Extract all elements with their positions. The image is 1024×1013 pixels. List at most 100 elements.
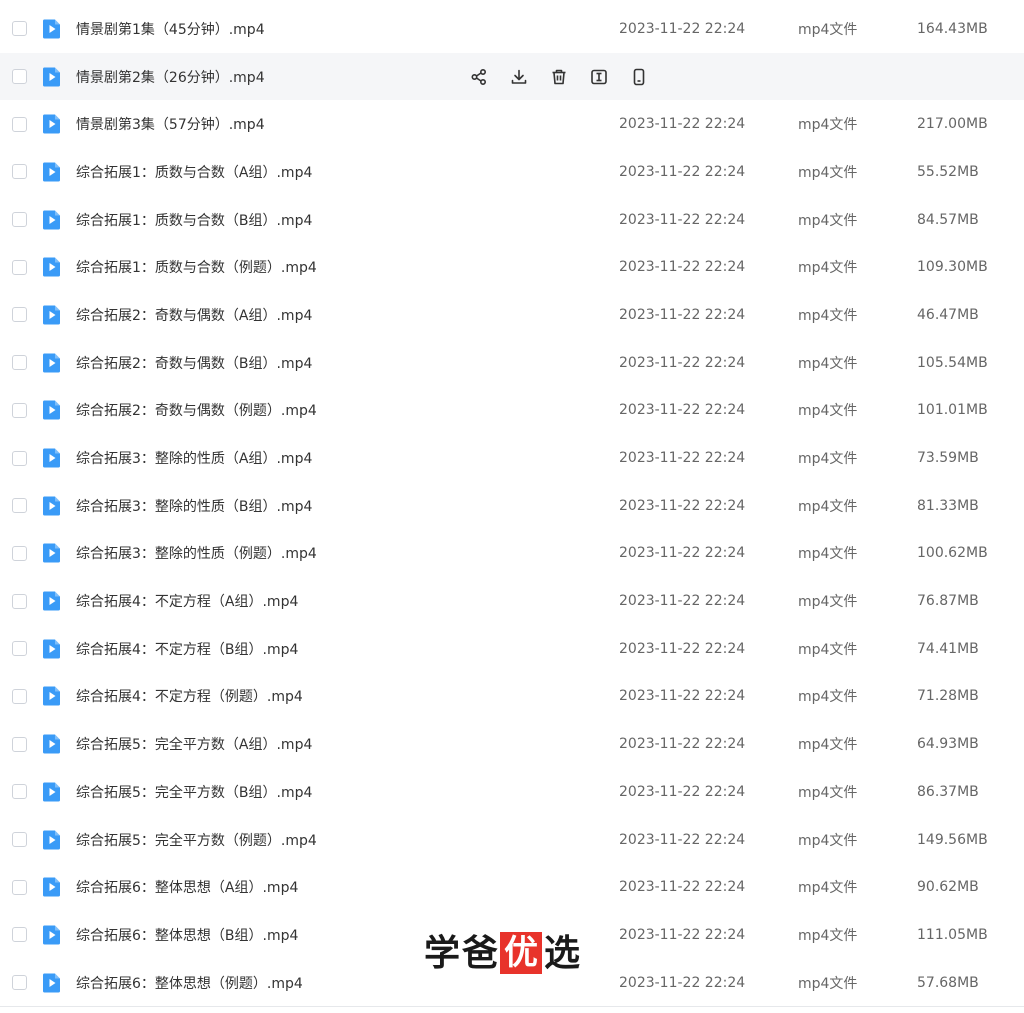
row-checkbox[interactable] xyxy=(12,832,27,848)
file-name[interactable]: 综合拓展4：不定方程（A组）.mp4 xyxy=(76,591,298,611)
video-file-icon xyxy=(41,18,63,40)
file-name[interactable]: 综合拓展2：奇数与偶数（A组）.mp4 xyxy=(76,305,312,325)
row-checkbox[interactable] xyxy=(12,307,27,323)
row-checkbox[interactable] xyxy=(12,784,27,800)
row-checkbox[interactable] xyxy=(12,116,27,132)
file-name[interactable]: 综合拓展2：奇数与偶数（B组）.mp4 xyxy=(76,353,312,373)
row-checkbox[interactable] xyxy=(12,164,27,180)
table-row[interactable]: 综合拓展5：完全平方数（B组）.mp4 2023-11-22 22:24 mp4文件… xyxy=(0,768,1024,816)
file-date: 2023-11-22 22:24 xyxy=(619,688,746,705)
table-row[interactable]: 综合拓展2：奇数与偶数（例题）.mp4 2023-11-22 22:24 mp4文件… xyxy=(0,387,1024,435)
share-icon[interactable] xyxy=(470,68,488,86)
row-checkbox[interactable] xyxy=(12,355,27,371)
file-date: 2023-11-22 22:24 xyxy=(619,116,746,133)
table-row[interactable]: 情景剧第3集（57分钟）.mp4 2023-11-22 22:24 mp4文件 217… xyxy=(0,100,1024,148)
row-checkbox[interactable] xyxy=(12,927,27,943)
table-row[interactable]: 综合拓展4：不定方程（A组）.mp4 2023-11-22 22:24 mp4文件 7… xyxy=(0,577,1024,625)
file-date: 2023-11-22 22:24 xyxy=(619,974,746,991)
table-row[interactable]: 综合拓展5：完全平方数（例题）.mp4 2023-11-22 22:24 mp4文件… xyxy=(0,816,1024,864)
file-name[interactable]: 综合拓展1：质数与合数（A组）.mp4 xyxy=(76,162,312,182)
file-size: 46.47MB xyxy=(917,306,979,323)
file-name[interactable]: 情景剧第3集（57分钟）.mp4 xyxy=(76,114,265,134)
table-row[interactable]: 情景剧第1集（45分钟）.mp4 2023-11-22 22:24 mp4文件 164… xyxy=(0,5,1024,53)
file-size: 149.56MB xyxy=(917,831,988,848)
file-name[interactable]: 综合拓展1：质数与合数（例题）.mp4 xyxy=(76,257,317,277)
file-name[interactable]: 综合拓展6：整体思想（例题）.mp4 xyxy=(76,973,303,993)
video-file-icon xyxy=(41,685,63,707)
row-checkbox[interactable] xyxy=(12,688,27,704)
row-checkbox[interactable] xyxy=(12,259,27,275)
video-file-icon xyxy=(41,542,63,564)
file-type: mp4文件 xyxy=(798,784,858,801)
file-name[interactable]: 综合拓展3：整除的性质（B组）.mp4 xyxy=(76,496,312,516)
table-row[interactable]: 综合拓展4：不定方程（B组）.mp4 2023-11-22 22:24 mp4文件 7… xyxy=(0,625,1024,673)
file-size: 101.01MB xyxy=(917,402,988,419)
file-name[interactable]: 综合拓展4：不定方程（B组）.mp4 xyxy=(76,639,298,659)
table-row[interactable]: 综合拓展3：整除的性质（B组）.mp4 2023-11-22 22:24 mp4文件… xyxy=(0,482,1024,530)
file-name[interactable]: 综合拓展5：完全平方数（A组）.mp4 xyxy=(76,734,312,754)
file-name[interactable]: 综合拓展6：整体思想（A组）.mp4 xyxy=(76,877,298,897)
list-divider xyxy=(0,1006,1024,1007)
row-checkbox[interactable] xyxy=(12,498,27,514)
table-row[interactable]: 综合拓展1：质数与合数（例题）.mp4 2023-11-22 22:24 mp4文件… xyxy=(0,243,1024,291)
file-size: 64.93MB xyxy=(917,736,979,753)
file-type: mp4文件 xyxy=(798,164,858,181)
file-date: 2023-11-22 22:24 xyxy=(619,926,746,943)
row-checkbox[interactable] xyxy=(12,212,27,228)
row-checkbox[interactable] xyxy=(12,975,27,991)
table-row[interactable]: 综合拓展3：整除的性质（例题）.mp4 2023-11-22 22:24 mp4文件… xyxy=(0,530,1024,578)
row-checkbox[interactable] xyxy=(12,450,27,466)
table-row[interactable]: 综合拓展2：奇数与偶数（A组）.mp4 2023-11-22 22:24 mp4文件… xyxy=(0,291,1024,339)
video-file-icon xyxy=(41,924,63,946)
video-file-icon xyxy=(41,352,63,374)
file-type: mp4文件 xyxy=(798,832,858,849)
video-file-icon xyxy=(41,304,63,326)
row-checkbox[interactable] xyxy=(12,879,27,895)
row-checkbox[interactable] xyxy=(12,545,27,561)
watermark-seal: 优 xyxy=(500,932,543,974)
file-type: mp4文件 xyxy=(798,927,858,944)
file-name[interactable]: 综合拓展5：完全平方数（例题）.mp4 xyxy=(76,830,317,850)
video-file-icon xyxy=(41,590,63,612)
table-row[interactable]: 综合拓展6：整体思想（A组）.mp4 2023-11-22 22:24 mp4文件 9… xyxy=(0,863,1024,911)
file-size: 76.87MB xyxy=(917,593,979,610)
file-name[interactable]: 综合拓展4：不定方程（例题）.mp4 xyxy=(76,686,303,706)
file-name[interactable]: 综合拓展6：整体思想（B组）.mp4 xyxy=(76,925,298,945)
file-name[interactable]: 综合拓展3：整除的性质（A组）.mp4 xyxy=(76,448,312,468)
file-type: mp4文件 xyxy=(798,498,858,515)
video-file-icon xyxy=(41,66,63,88)
file-type: mp4文件 xyxy=(798,307,858,324)
table-row[interactable]: 综合拓展4：不定方程（例题）.mp4 2023-11-22 22:24 mp4文件 7… xyxy=(0,673,1024,721)
file-name[interactable]: 综合拓展1：质数与合数（B组）.mp4 xyxy=(76,210,312,230)
file-size: 217.00MB xyxy=(917,116,988,133)
file-name[interactable]: 综合拓展3：整除的性质（例题）.mp4 xyxy=(76,543,317,563)
file-name[interactable]: 情景剧第2集（26分钟）.mp4 xyxy=(76,67,265,87)
file-date: 2023-11-22 22:24 xyxy=(619,211,746,228)
row-checkbox[interactable] xyxy=(12,593,27,609)
table-row[interactable]: 情景剧第2集（26分钟）.mp4 xyxy=(0,52,1024,101)
file-date: 2023-11-22 22:24 xyxy=(619,20,746,37)
file-date: 2023-11-22 22:24 xyxy=(619,831,746,848)
row-checkbox[interactable] xyxy=(12,641,27,657)
video-file-icon xyxy=(41,113,63,135)
table-row[interactable]: 综合拓展1：质数与合数（B组）.mp4 2023-11-22 22:24 mp4文件… xyxy=(0,196,1024,244)
file-type: mp4文件 xyxy=(798,21,858,38)
table-row[interactable]: 综合拓展1：质数与合数（A组）.mp4 2023-11-22 22:24 mp4文件… xyxy=(0,148,1024,196)
row-checkbox[interactable] xyxy=(12,21,27,37)
table-row[interactable]: 综合拓展5：完全平方数（A组）.mp4 2023-11-22 22:24 mp4文件… xyxy=(0,720,1024,768)
file-date: 2023-11-22 22:24 xyxy=(619,259,746,276)
row-checkbox[interactable] xyxy=(12,69,27,85)
row-checkbox[interactable] xyxy=(12,736,27,752)
rename-icon[interactable] xyxy=(590,68,608,86)
delete-icon[interactable] xyxy=(550,68,568,86)
file-size: 74.41MB xyxy=(917,640,979,657)
file-name[interactable]: 综合拓展2：奇数与偶数（例题）.mp4 xyxy=(76,400,317,420)
download-icon[interactable] xyxy=(510,68,528,86)
row-checkbox[interactable] xyxy=(12,402,27,418)
file-name[interactable]: 情景剧第1集（45分钟）.mp4 xyxy=(76,19,265,39)
file-name[interactable]: 综合拓展5：完全平方数（B组）.mp4 xyxy=(76,782,312,802)
table-row[interactable]: 综合拓展2：奇数与偶数（B组）.mp4 2023-11-22 22:24 mp4文件… xyxy=(0,339,1024,387)
table-row[interactable]: 综合拓展3：整除的性质（A组）.mp4 2023-11-22 22:24 mp4文件… xyxy=(0,434,1024,482)
file-date: 2023-11-22 22:24 xyxy=(619,354,746,371)
mobile-icon[interactable] xyxy=(630,68,648,86)
